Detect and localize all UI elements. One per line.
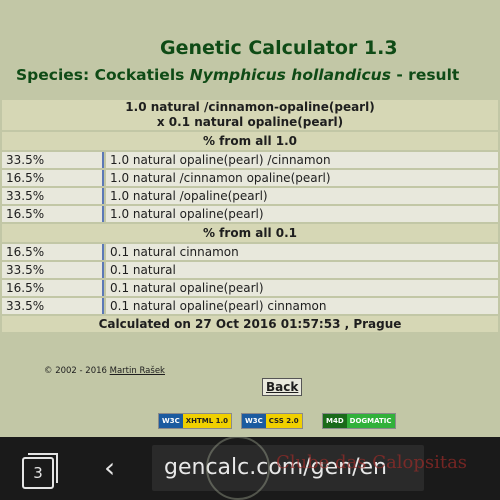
- xhtml-badge[interactable]: W3C XHTML 1.0: [158, 413, 233, 429]
- percent-cell: 33.5%: [2, 298, 104, 314]
- result-cell: 1.0 natural opaline(pearl): [106, 206, 498, 222]
- species-suffix: - result: [390, 66, 460, 84]
- badge-right: XHTML 1.0: [182, 414, 232, 428]
- page-title: Genetic Calculator 1.3: [160, 37, 398, 59]
- table-row: 16.5% 1.0 natural opaline(pearl): [2, 206, 498, 222]
- watermark-logo-icon: [206, 436, 270, 500]
- pairing-male: 1.0 natural /cinnamon-opaline(pearl): [125, 100, 375, 114]
- percent-cell: 33.5%: [2, 152, 104, 168]
- percent-cell: 16.5%: [2, 206, 104, 222]
- calculated-timestamp: Calculated on 27 Oct 2016 01:57:53 , Pra…: [2, 316, 498, 332]
- copyright: © 2002 - 2016 Martin Rašek: [44, 366, 165, 376]
- dogmatic-badge[interactable]: M4D DOGMATIC: [322, 413, 396, 429]
- result-cell: 0.1 natural cinnamon: [106, 244, 498, 260]
- table-row: 16.5% 1.0 natural /cinnamon opaline(pear…: [2, 170, 498, 186]
- result-cell: 0.1 natural: [106, 262, 498, 278]
- result-cell: 1.0 natural /cinnamon opaline(pearl): [106, 170, 498, 186]
- css-badge[interactable]: W3C CSS 2.0: [241, 413, 303, 429]
- badge-right: DOGMATIC: [346, 414, 395, 428]
- badge-left: W3C: [242, 414, 266, 428]
- result-cell: 0.1 natural opaline(pearl) cinnamon: [106, 298, 498, 314]
- result-cell: 0.1 natural opaline(pearl): [106, 280, 498, 296]
- percent-cell: 16.5%: [2, 244, 104, 260]
- table-row: 33.5% 1.0 natural opaline(pearl) /cinnam…: [2, 152, 498, 168]
- copyright-text: © 2002 - 2016: [44, 366, 110, 376]
- watermark-text: Clube das Calopsitas: [276, 452, 468, 473]
- pairing-header: 1.0 natural /cinnamon-opaline(pearl) x 0…: [2, 100, 498, 130]
- section-header-male: % from all 1.0: [2, 132, 498, 150]
- section-header-female: % from all 0.1: [2, 224, 498, 242]
- table-row: 16.5% 0.1 natural cinnamon: [2, 244, 498, 260]
- species-line: Species: Cockatiels Nymphicus hollandicu…: [16, 66, 459, 84]
- percent-cell: 33.5%: [2, 188, 104, 204]
- table-row: 33.5% 0.1 natural opaline(pearl) cinnamo…: [2, 298, 498, 314]
- back-arrow-icon[interactable]: ‹: [104, 451, 115, 485]
- percent-cell: 33.5%: [2, 262, 104, 278]
- author-link[interactable]: Martin Rašek: [110, 366, 165, 376]
- result-cell: 1.0 natural /opaline(pearl): [106, 188, 498, 204]
- results-table: 1.0 natural /cinnamon-opaline(pearl) x 0…: [0, 98, 500, 334]
- species-latin: Nymphicus hollandicus: [189, 66, 391, 84]
- badge-left: W3C: [159, 414, 183, 428]
- species-prefix: Species: Cockatiels: [16, 66, 190, 84]
- percent-cell: 16.5%: [2, 280, 104, 296]
- table-row: 33.5% 0.1 natural: [2, 262, 498, 278]
- pairing-female: x 0.1 natural opaline(pearl): [156, 115, 344, 129]
- back-button[interactable]: Back: [262, 378, 303, 396]
- result-cell: 1.0 natural opaline(pearl) /cinnamon: [106, 152, 498, 168]
- table-row: 16.5% 0.1 natural opaline(pearl): [2, 280, 498, 296]
- badge-right: CSS 2.0: [265, 414, 302, 428]
- table-row: 33.5% 1.0 natural /opaline(pearl): [2, 188, 498, 204]
- percent-cell: 16.5%: [2, 170, 104, 186]
- badge-left: M4D: [323, 414, 347, 428]
- tabs-button[interactable]: 3: [22, 453, 58, 489]
